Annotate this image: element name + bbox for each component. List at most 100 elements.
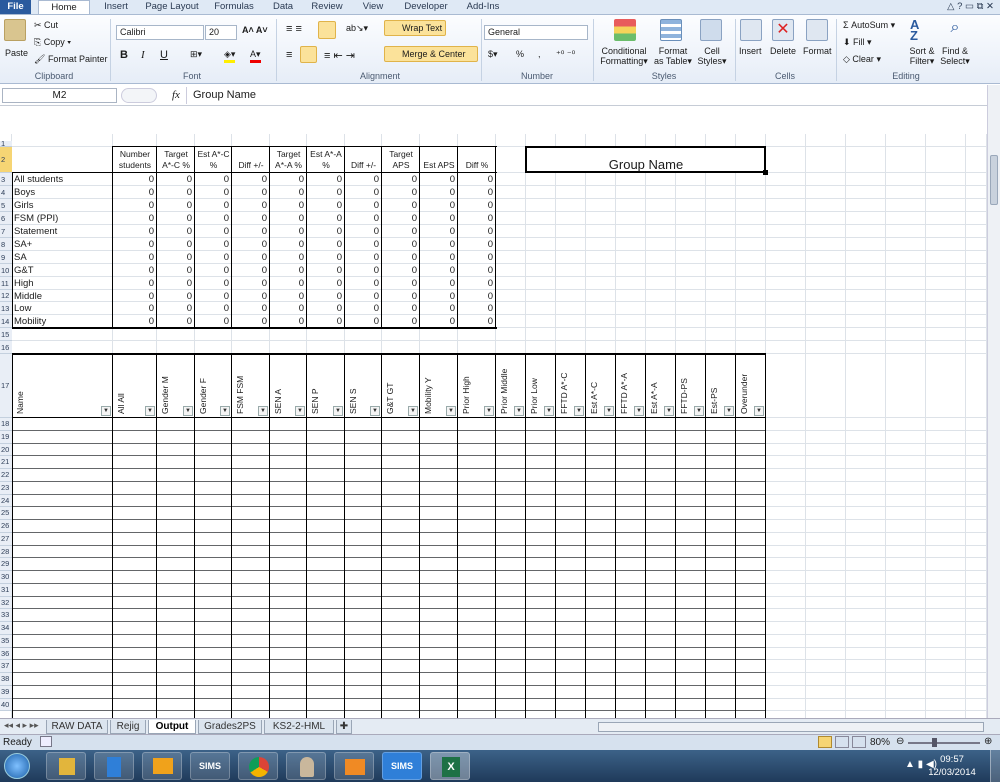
fill-button[interactable]: ⬇ Fill ▾ bbox=[843, 37, 872, 48]
value-cell[interactable]: 0 bbox=[345, 174, 382, 185]
autosum-button[interactable]: Σ AutoSum ▾ bbox=[843, 20, 895, 31]
filter-dropdown-button[interactable]: ▼ bbox=[724, 406, 734, 416]
filter-dropdown-button[interactable]: ▼ bbox=[183, 406, 193, 416]
filter-dropdown-button[interactable]: ▼ bbox=[544, 406, 554, 416]
ribbon-tab-review[interactable]: Review bbox=[308, 0, 346, 14]
value-cell[interactable]: 0 bbox=[195, 291, 232, 302]
value-cell[interactable]: 0 bbox=[232, 226, 270, 237]
value-cell[interactable]: 0 bbox=[270, 200, 307, 211]
row-header-33[interactable]: 33 bbox=[0, 609, 12, 622]
row-header-6[interactable]: 6 bbox=[0, 212, 12, 225]
value-cell[interactable]: 0 bbox=[113, 226, 157, 237]
scroll-thumb[interactable] bbox=[990, 155, 998, 205]
value-cell[interactable]: 0 bbox=[195, 303, 232, 314]
italic-button[interactable]: I bbox=[141, 49, 145, 61]
value-cell[interactable]: 0 bbox=[157, 187, 195, 198]
value-cell[interactable]: 0 bbox=[458, 213, 496, 224]
value-cell[interactable]: 0 bbox=[458, 226, 496, 237]
value-cell[interactable]: 0 bbox=[458, 200, 496, 211]
value-cell[interactable]: 0 bbox=[195, 187, 232, 198]
value-cell[interactable]: 0 bbox=[420, 239, 458, 250]
filter-dropdown-button[interactable]: ▼ bbox=[220, 406, 230, 416]
value-cell[interactable]: 0 bbox=[113, 291, 157, 302]
row-header-18[interactable]: 18 bbox=[0, 418, 12, 431]
value-cell[interactable]: 0 bbox=[195, 278, 232, 289]
value-cell[interactable]: 0 bbox=[345, 316, 382, 327]
cell-styles-button[interactable]: Cell Styles▾ bbox=[694, 46, 730, 67]
value-cell[interactable]: 0 bbox=[270, 265, 307, 276]
row-header-27[interactable]: 27 bbox=[0, 532, 12, 546]
value-cell[interactable]: 0 bbox=[270, 213, 307, 224]
find-select-button[interactable]: Find & Select▾ bbox=[939, 46, 971, 67]
value-cell[interactable]: 0 bbox=[113, 187, 157, 198]
window-controls[interactable]: △ ? ▭ ⧉ ✕ bbox=[902, 0, 998, 14]
row-header-38[interactable]: 38 bbox=[0, 673, 12, 686]
value-cell[interactable]: 0 bbox=[270, 316, 307, 327]
value-cell[interactable]: 0 bbox=[232, 278, 270, 289]
row-header-3[interactable]: 3 bbox=[0, 173, 12, 186]
sheet-tab-ks22hml[interactable]: KS2-2-HML bbox=[264, 720, 334, 734]
value-cell[interactable]: 0 bbox=[307, 265, 345, 276]
value-cell[interactable]: 0 bbox=[345, 252, 382, 263]
format-button[interactable]: Format bbox=[803, 46, 832, 56]
font-color-icon[interactable]: A▾ bbox=[250, 49, 261, 63]
value-cell[interactable]: 0 bbox=[420, 200, 458, 211]
ribbon-tab-data[interactable]: Data bbox=[268, 0, 298, 14]
format-painter-button[interactable]: 🖌 Format Painter bbox=[34, 54, 107, 65]
row-header-32[interactable]: 32 bbox=[0, 596, 12, 610]
row-header-17[interactable]: 17 bbox=[0, 354, 12, 418]
value-cell[interactable]: 0 bbox=[157, 213, 195, 224]
value-cell[interactable]: 0 bbox=[458, 239, 496, 250]
value-cell[interactable]: 0 bbox=[113, 265, 157, 276]
value-cell[interactable]: 0 bbox=[458, 252, 496, 263]
value-cell[interactable]: 0 bbox=[458, 291, 496, 302]
ribbon-tab-formulas[interactable]: Formulas bbox=[210, 0, 258, 14]
borders-icon[interactable]: ⊞▾ bbox=[190, 49, 202, 60]
value-cell[interactable]: 0 bbox=[113, 213, 157, 224]
value-cell[interactable]: 0 bbox=[113, 278, 157, 289]
delete-button[interactable]: Delete bbox=[770, 46, 796, 56]
filter-dropdown-button[interactable]: ▼ bbox=[634, 406, 644, 416]
value-cell[interactable]: 0 bbox=[420, 174, 458, 185]
value-cell[interactable]: 0 bbox=[458, 265, 496, 276]
value-cell[interactable]: 0 bbox=[232, 213, 270, 224]
fill-handle[interactable] bbox=[763, 170, 768, 175]
filter-dropdown-button[interactable]: ▼ bbox=[101, 406, 111, 416]
filter-dropdown-button[interactable]: ▼ bbox=[754, 406, 764, 416]
page-layout-view-icon[interactable] bbox=[835, 736, 849, 748]
row-header-19[interactable]: 19 bbox=[0, 430, 12, 444]
show-desktop-button[interactable] bbox=[990, 750, 1000, 782]
percent-button[interactable]: % bbox=[516, 49, 524, 59]
value-cell[interactable]: 0 bbox=[420, 316, 458, 327]
value-cell[interactable]: 0 bbox=[232, 316, 270, 327]
insert-cells-icon[interactable] bbox=[740, 19, 762, 41]
value-cell[interactable]: 0 bbox=[420, 265, 458, 276]
value-cell[interactable]: 0 bbox=[307, 278, 345, 289]
formula-input[interactable]: Group Name bbox=[193, 89, 256, 101]
value-cell[interactable]: 0 bbox=[382, 200, 420, 211]
zoom-slider[interactable] bbox=[908, 742, 980, 744]
value-cell[interactable]: 0 bbox=[420, 278, 458, 289]
align-top-icon[interactable]: ≡ ≡ bbox=[286, 23, 302, 35]
value-cell[interactable]: 0 bbox=[113, 200, 157, 211]
sheet-tab-output[interactable]: Output bbox=[148, 720, 196, 734]
format-as-table-icon[interactable] bbox=[660, 19, 682, 41]
filter-dropdown-button[interactable]: ▼ bbox=[145, 406, 155, 416]
row-header-35[interactable]: 35 bbox=[0, 634, 12, 648]
sheet-tab-rejig[interactable]: Rejig bbox=[110, 720, 146, 734]
file-explorer-icon[interactable] bbox=[46, 752, 86, 780]
clock-date[interactable]: 12/03/2014 bbox=[928, 767, 976, 778]
currency-icon[interactable]: $▾ bbox=[488, 49, 498, 60]
row-header-20[interactable]: 20 bbox=[0, 443, 12, 457]
value-cell[interactable]: 0 bbox=[458, 187, 496, 198]
paste-icon[interactable] bbox=[4, 19, 26, 41]
zoom-in-icon[interactable]: ⊕ bbox=[984, 736, 992, 747]
chrome-icon[interactable] bbox=[238, 752, 278, 780]
filter-dropdown-button[interactable]: ▼ bbox=[484, 406, 494, 416]
page-break-view-icon[interactable] bbox=[852, 736, 866, 748]
conditional-formatting-icon[interactable] bbox=[614, 19, 636, 41]
row-header-40[interactable]: 40 bbox=[0, 698, 12, 712]
sims-app-icon-2[interactable]: SIMS bbox=[382, 752, 422, 780]
value-cell[interactable]: 0 bbox=[157, 174, 195, 185]
row-header-21[interactable]: 21 bbox=[0, 456, 12, 469]
